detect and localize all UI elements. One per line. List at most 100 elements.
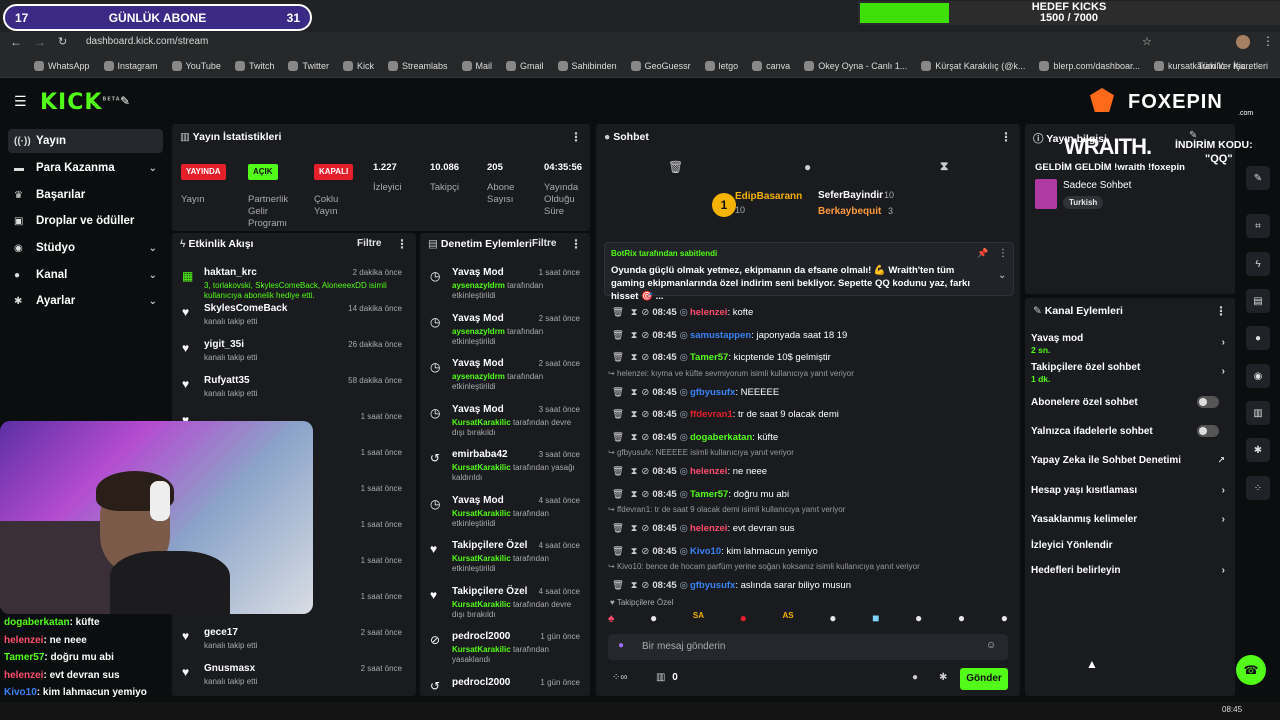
timeout-icon[interactable]: ⧗ (631, 580, 638, 591)
bookmark-item[interactable]: Sahibinden (557, 60, 617, 71)
emote-icon[interactable]: ■ (872, 611, 879, 627)
profile-avatar[interactable] (1236, 35, 1250, 49)
document-icon[interactable]: ▤ (1246, 289, 1270, 313)
ban-icon[interactable]: ⊘ (641, 546, 649, 557)
ban-icon[interactable]: ⊘ (641, 352, 649, 363)
timeout-icon[interactable]: ⧗ (631, 466, 638, 477)
emoji-icon[interactable]: ☺ (986, 640, 996, 651)
chat-username[interactable]: Tamer57 (690, 352, 728, 363)
channel-action-row[interactable]: İzleyici Yönlendir (1031, 540, 1227, 551)
delete-icon[interactable]: 🗑 (612, 330, 627, 341)
emote-icon[interactable]: ● (1001, 611, 1008, 627)
more-icon[interactable]: ⋮ (570, 130, 582, 144)
delete-icon[interactable]: 🗑 (612, 409, 627, 420)
moderation-item[interactable]: ♥ Takipçilere Özel KursatKarakilic tarafın… (420, 538, 590, 578)
chat-username[interactable]: dogaberkatan (690, 432, 752, 443)
delete-icon[interactable]: 🗑 (612, 387, 627, 398)
chat-message[interactable]: 🗑 ⧗ ⊘ 08:45 ◎ helenzei: kofte (612, 307, 753, 318)
more-icon[interactable]: ⋮ (570, 237, 582, 251)
delete-icon[interactable]: 🗑 (612, 466, 627, 477)
moderator-name[interactable]: aysenazyldrm (452, 327, 505, 336)
ban-icon[interactable]: ⊘ (641, 523, 649, 534)
more-icon[interactable]: ⋮ (1215, 304, 1227, 318)
emote-icon[interactable]: ♠ (608, 611, 614, 627)
moderation-item[interactable]: ↺ emirbaba42 KursatKarakilic tarafından ya… (420, 447, 590, 487)
hamburger-menu-icon[interactable]: ☰ (14, 93, 27, 110)
delete-icon[interactable]: 🗑 (612, 489, 627, 500)
timeout-icon[interactable]: ⧗ (631, 409, 638, 420)
moderator-name[interactable]: aysenazyldrm (452, 281, 505, 290)
chat-message[interactable]: 🗑 ⧗ ⊘ 08:45 ◎ ffdevran1: tr de saat 9 olacak… (612, 409, 839, 420)
activity-filter-button[interactable]: Filtre (357, 238, 381, 249)
chat-message[interactable]: 🗑 ⧗ ⊘ 08:45 ◎ helenzei: ne neee (612, 466, 767, 477)
chat-username[interactable]: Kivo10 (690, 546, 721, 557)
moderation-filter-button[interactable]: Filtre (532, 238, 556, 249)
bookmark-item[interactable]: blerp.com/dashboar... (1039, 60, 1140, 71)
sidebar-item-para-kazanma[interactable]: ▬ Para Kazanma ⌄ (8, 156, 163, 180)
timeout-icon[interactable]: ⧗ (631, 489, 638, 500)
bookmark-item[interactable]: letgo (704, 60, 738, 71)
bookmark-item[interactable]: Twitch (234, 60, 274, 71)
moderation-item[interactable]: ⊘ pedrocl2000 KursatKarakilic tarafından y… (420, 629, 590, 669)
sidebar-item-droplar[interactable]: ▣ Droplar ve ödüller (8, 209, 163, 233)
bookmark-item[interactable]: Kürşat Karakılıç (@k... (921, 60, 1025, 71)
lightning-icon[interactable]: ϟ (1246, 252, 1270, 276)
database-icon[interactable]: ▥ (1246, 401, 1270, 425)
chat-message[interactable]: 🗑 ⧗ ⊘ 08:45 ◎ samustappen: japonyada saat 18… (612, 330, 847, 341)
bookmark-item[interactable]: WhatsApp (34, 60, 90, 71)
kick-logo[interactable]: KICKBETA (40, 90, 121, 115)
channel-action-row[interactable]: Hesap yaşı kısıtlaması › (1031, 485, 1227, 496)
channel-action-row[interactable]: Yavaş mod 2 sn. › (1031, 333, 1227, 355)
bookmark-item[interactable]: YouTube (171, 60, 221, 71)
emote-icon[interactable]: AS (783, 611, 794, 627)
more-icon[interactable]: ⋮ (396, 237, 408, 251)
chat-username[interactable]: gfbyusufx (690, 387, 735, 398)
apps-icon[interactable]: ⁘ (1246, 476, 1270, 500)
chat-message[interactable]: 🗑 ⧗ ⊘ 08:45 ◎ dogaberkatan: küfte (612, 432, 778, 443)
gear-icon[interactable]: ✱ (939, 672, 947, 683)
activity-item[interactable]: ♥ SkylesComeBack kanalı takip etti 14 dakik… (172, 301, 412, 341)
mic-icon[interactable]: ● (618, 640, 624, 651)
delete-icon[interactable]: 🗑 (612, 307, 627, 318)
moderation-item[interactable]: ↺ pedrocl2000 1 gün önce (420, 675, 590, 697)
back-icon[interactable]: ← (10, 35, 22, 49)
broadcast-icon[interactable]: ◉ (1246, 364, 1270, 388)
delete-icon[interactable]: 🗑 (612, 523, 627, 534)
sidebar-item-kanal[interactable]: ● Kanal ⌄ (8, 263, 163, 287)
activity-item[interactable]: ♥ yigit_35i kanalı takip etti 26 dakika önc… (172, 337, 412, 377)
activity-item[interactable]: ▦ haktan_krc 3, torlakovski, SkylesComeBac… (172, 265, 412, 305)
ban-icon[interactable]: ⊘ (641, 489, 649, 500)
bookmark-item[interactable]: Streamlabs (387, 60, 448, 71)
activity-item[interactable]: ♥ Rufyatt35 kanalı takip etti 58 dakika önc… (172, 373, 412, 413)
activity-item[interactable]: ♥ gece17 kanalı takip etti 2 saat önce (172, 625, 412, 665)
activity-item[interactable]: ♥ Gnusmasx kanalı takip etti 2 saat önce (172, 661, 412, 696)
send-button[interactable]: Gönder (960, 668, 1008, 690)
ban-icon[interactable]: ⊘ (641, 580, 649, 591)
moderation-item[interactable]: ◷ Yavaş Mod KursatKarakilic tarafından etk… (420, 493, 590, 533)
sidebar-item-ayarlar[interactable]: ✱ Ayarlar ⌄ (8, 289, 163, 313)
timeout-icon[interactable]: ⧗ (631, 546, 638, 557)
sidebar-item-yayin[interactable]: ((·)) Yayın (8, 129, 163, 153)
bookmark-item[interactable]: GeoGuessr (630, 60, 691, 71)
chat-icon[interactable]: ● (1246, 326, 1270, 350)
moderation-item[interactable]: ♥ Takipçilere Özel KursatKarakilic tarafın… (420, 584, 590, 624)
sidebar-item-studyo[interactable]: ◉ Stüdyo ⌄ (8, 236, 163, 260)
crop-icon[interactable]: ⌗ (1246, 214, 1270, 238)
reply-context[interactable]: ↪ gfbyusufx: NEEEEE isimli kullanıcıya y… (608, 448, 794, 457)
timeout-icon[interactable]: ⧗ (631, 387, 638, 398)
moderation-item[interactable]: ◷ Yavaş Mod KursatKarakilic tarafından dev… (420, 402, 590, 442)
emote-icon[interactable]: ● (740, 611, 747, 627)
bookmark-item[interactable]: Kick (342, 60, 374, 71)
ban-icon[interactable]: ⊘ (641, 387, 649, 398)
moderator-name[interactable]: KursatKarakilic (452, 509, 511, 518)
chat-username[interactable]: helenzei (690, 466, 728, 477)
users-infinity-icon[interactable]: ⁘∞ (612, 672, 628, 683)
delete-icon[interactable]: 🗑 (612, 546, 627, 557)
bookmark-item[interactable]: Okey Oyna - Canlı 1... (804, 60, 907, 71)
chat-username[interactable]: Tamer57 (690, 489, 728, 500)
reply-context[interactable]: ↪ Kivo10: bence de hocam parfüm yerine s… (608, 562, 920, 571)
timeout-icon[interactable]: ⧗ (631, 523, 638, 534)
bookmark-item[interactable]: Instagram (103, 60, 158, 71)
toggle-switch[interactable] (1197, 425, 1219, 437)
reply-context[interactable]: ↪ helenzei: kıyma ve küfte sevmiyorum is… (608, 369, 854, 378)
